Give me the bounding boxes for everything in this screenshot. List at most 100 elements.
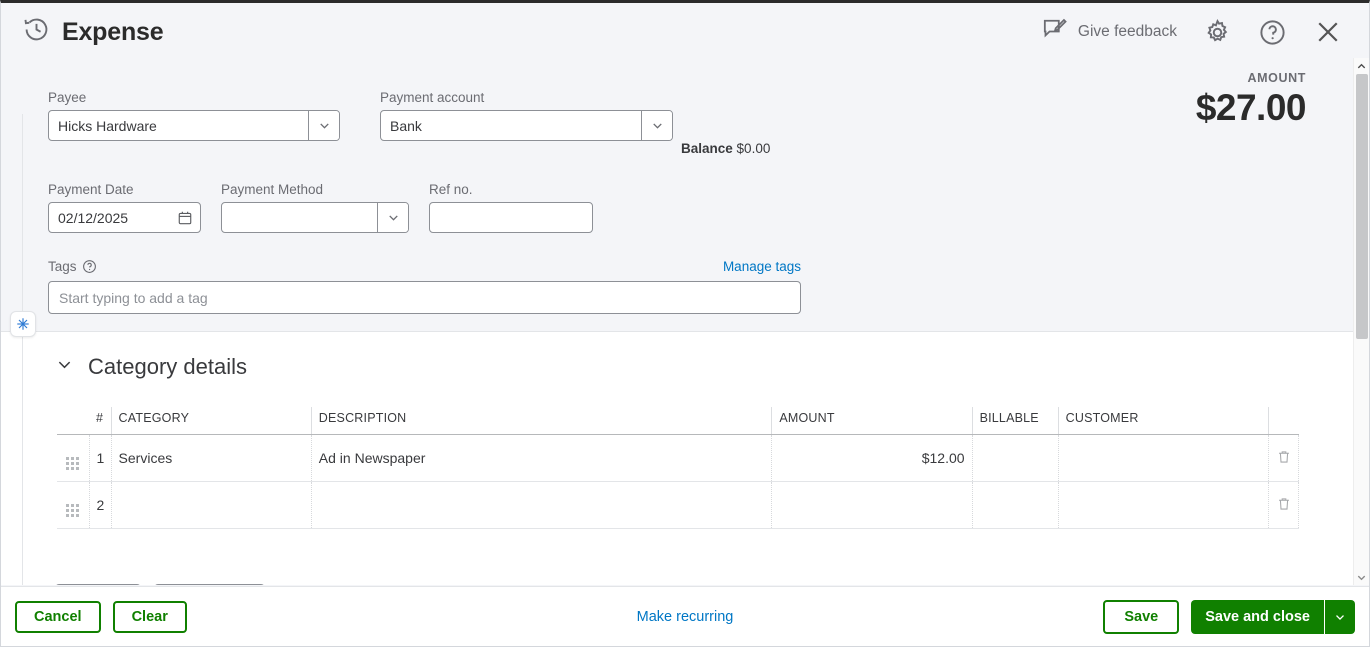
payee-label: Payee	[48, 90, 87, 105]
header-title-group: Expense	[23, 16, 164, 48]
chevron-down-icon[interactable]	[308, 111, 339, 140]
row-delete-cell[interactable]	[1268, 481, 1300, 529]
row-number: 2	[89, 481, 112, 529]
amount-value: $27.00	[1195, 87, 1307, 128]
row-customer[interactable]	[1058, 434, 1269, 482]
add-lines-button[interactable]: Add lines	[55, 584, 142, 585]
scrollbar-track[interactable]	[1356, 74, 1368, 569]
modal-body: Payee Hicks Hardware Payment account Ban…	[1, 58, 1369, 585]
clear-all-lines-button[interactable]: Clear all lines	[154, 584, 265, 585]
column-header-category: CATEGORY	[111, 407, 312, 435]
save-button[interactable]: Save	[1103, 599, 1180, 634]
tags-label: Tags	[48, 258, 77, 274]
chevron-down-icon[interactable]	[641, 111, 672, 140]
payment-date-input[interactable]: 02/12/2025	[48, 202, 201, 233]
tags-input[interactable]: Start typing to add a tag	[48, 281, 801, 314]
balance-label: Balance	[681, 141, 733, 156]
header-actions: Give feedback	[1041, 16, 1353, 48]
manage-tags-link[interactable]: Manage tags	[723, 259, 801, 274]
category-details-toggle[interactable]: Category details	[55, 354, 247, 380]
trash-icon[interactable]	[1276, 496, 1292, 512]
row-drag-handle[interactable]	[57, 481, 90, 529]
column-header-number: #	[89, 407, 112, 435]
row-amount[interactable]	[771, 481, 973, 529]
payment-account-field-group: Payment account Bank	[380, 90, 673, 141]
payment-account-label: Payment account	[380, 90, 485, 105]
account-balance: Balance $0.00	[681, 141, 770, 156]
make-recurring-link[interactable]: Make recurring	[637, 609, 734, 625]
ref-no-input[interactable]	[429, 202, 593, 233]
table-row[interactable]: 1 Services Ad in Newspaper $12.00	[57, 434, 1300, 482]
cancel-button[interactable]: Cancel	[15, 600, 101, 633]
scroll-up-arrow[interactable]	[1354, 58, 1369, 74]
payee-input[interactable]: Hicks Hardware	[48, 110, 340, 141]
row-amount[interactable]: $12.00	[771, 434, 973, 482]
tags-section: Tags Manage tags Start typing to add a t…	[48, 257, 801, 314]
row-description[interactable]: Ad in Newspaper	[311, 434, 773, 482]
column-header-amount: AMOUNT	[771, 407, 973, 435]
give-feedback-label: Give feedback	[1077, 23, 1177, 40]
tags-placeholder: Start typing to add a tag	[59, 289, 208, 306]
close-x-icon[interactable]	[1313, 17, 1343, 47]
row-billable[interactable]	[972, 481, 1059, 529]
payment-date-value: 02/12/2025	[58, 209, 129, 226]
chevron-down-icon	[55, 355, 74, 379]
ref-no-field-group: Ref no.	[429, 182, 593, 233]
trash-icon[interactable]	[1276, 449, 1292, 465]
assistant-sparkle-button[interactable]	[10, 311, 36, 337]
column-header-billable: BILLABLE	[972, 407, 1059, 435]
table-header-row: # CATEGORY DESCRIPTION AMOUNT BILLABLE C…	[57, 407, 1299, 435]
amount-label: AMOUNT	[1247, 71, 1306, 85]
vertical-scrollbar[interactable]	[1353, 58, 1369, 585]
calendar-icon[interactable]	[169, 210, 200, 226]
row-number: 1	[89, 434, 112, 482]
balance-value: $0.00	[736, 141, 771, 156]
gear-icon[interactable]	[1203, 18, 1232, 47]
category-details-pane: Category details # CATEGORY DESCRIPTION	[1, 331, 1353, 585]
category-details-title: Category details	[88, 354, 247, 379]
clear-button[interactable]: Clear	[112, 600, 187, 633]
drag-handle-icon	[66, 456, 80, 470]
footer-left-actions: Cancel Clear	[15, 600, 187, 633]
payee-field-group: Payee Hicks Hardware	[48, 90, 340, 141]
drag-handle-icon	[66, 503, 80, 517]
payee-value: Hicks Hardware	[58, 117, 157, 134]
row-customer[interactable]	[1058, 481, 1269, 529]
scrollbar-thumb[interactable]	[1356, 74, 1368, 339]
payment-date-label: Payment Date	[48, 182, 134, 197]
help-circle-icon[interactable]	[82, 259, 97, 274]
chevron-down-icon[interactable]	[1324, 599, 1355, 634]
column-header-drag	[57, 407, 90, 435]
help-circle-icon[interactable]	[1258, 18, 1287, 47]
column-header-description: DESCRIPTION	[311, 407, 773, 435]
payment-account-value: Bank	[390, 117, 422, 134]
payment-account-input[interactable]: Bank	[380, 110, 673, 141]
page-title: Expense	[62, 17, 164, 46]
scroll-down-arrow[interactable]	[1354, 569, 1369, 585]
row-drag-handle[interactable]	[57, 434, 90, 482]
row-billable[interactable]	[972, 434, 1059, 482]
column-header-customer: CUSTOMER	[1058, 407, 1269, 435]
row-category[interactable]	[111, 481, 312, 529]
history-clock-icon[interactable]	[23, 16, 50, 48]
payment-method-field-group: Payment Method	[221, 182, 409, 233]
category-lines-table: # CATEGORY DESCRIPTION AMOUNT BILLABLE C…	[57, 407, 1300, 529]
tags-header: Tags Manage tags	[48, 257, 801, 275]
save-and-close-label: Save and close	[1205, 608, 1310, 625]
left-rail-divider	[22, 114, 23, 585]
give-feedback-button[interactable]: Give feedback	[1041, 16, 1177, 48]
column-header-delete	[1268, 407, 1299, 435]
save-and-close-split-button[interactable]: Save and close	[1191, 599, 1355, 634]
modal-footer: Cancel Clear Make recurring Save Save an…	[1, 586, 1369, 646]
row-delete-cell[interactable]	[1268, 434, 1300, 482]
line-action-buttons: Add lines Clear all lines	[55, 584, 265, 585]
row-category[interactable]: Services	[111, 434, 312, 482]
feedback-message-icon	[1041, 16, 1068, 48]
chevron-down-icon[interactable]	[377, 203, 408, 232]
modal-header: Expense Give feedback	[1, 6, 1369, 58]
row-description[interactable]	[311, 481, 773, 529]
payment-method-label: Payment Method	[221, 182, 324, 197]
payment-method-input[interactable]	[221, 202, 409, 233]
payment-date-field-group: Payment Date 02/12/2025	[48, 182, 201, 233]
table-row[interactable]: 2	[57, 481, 1300, 529]
